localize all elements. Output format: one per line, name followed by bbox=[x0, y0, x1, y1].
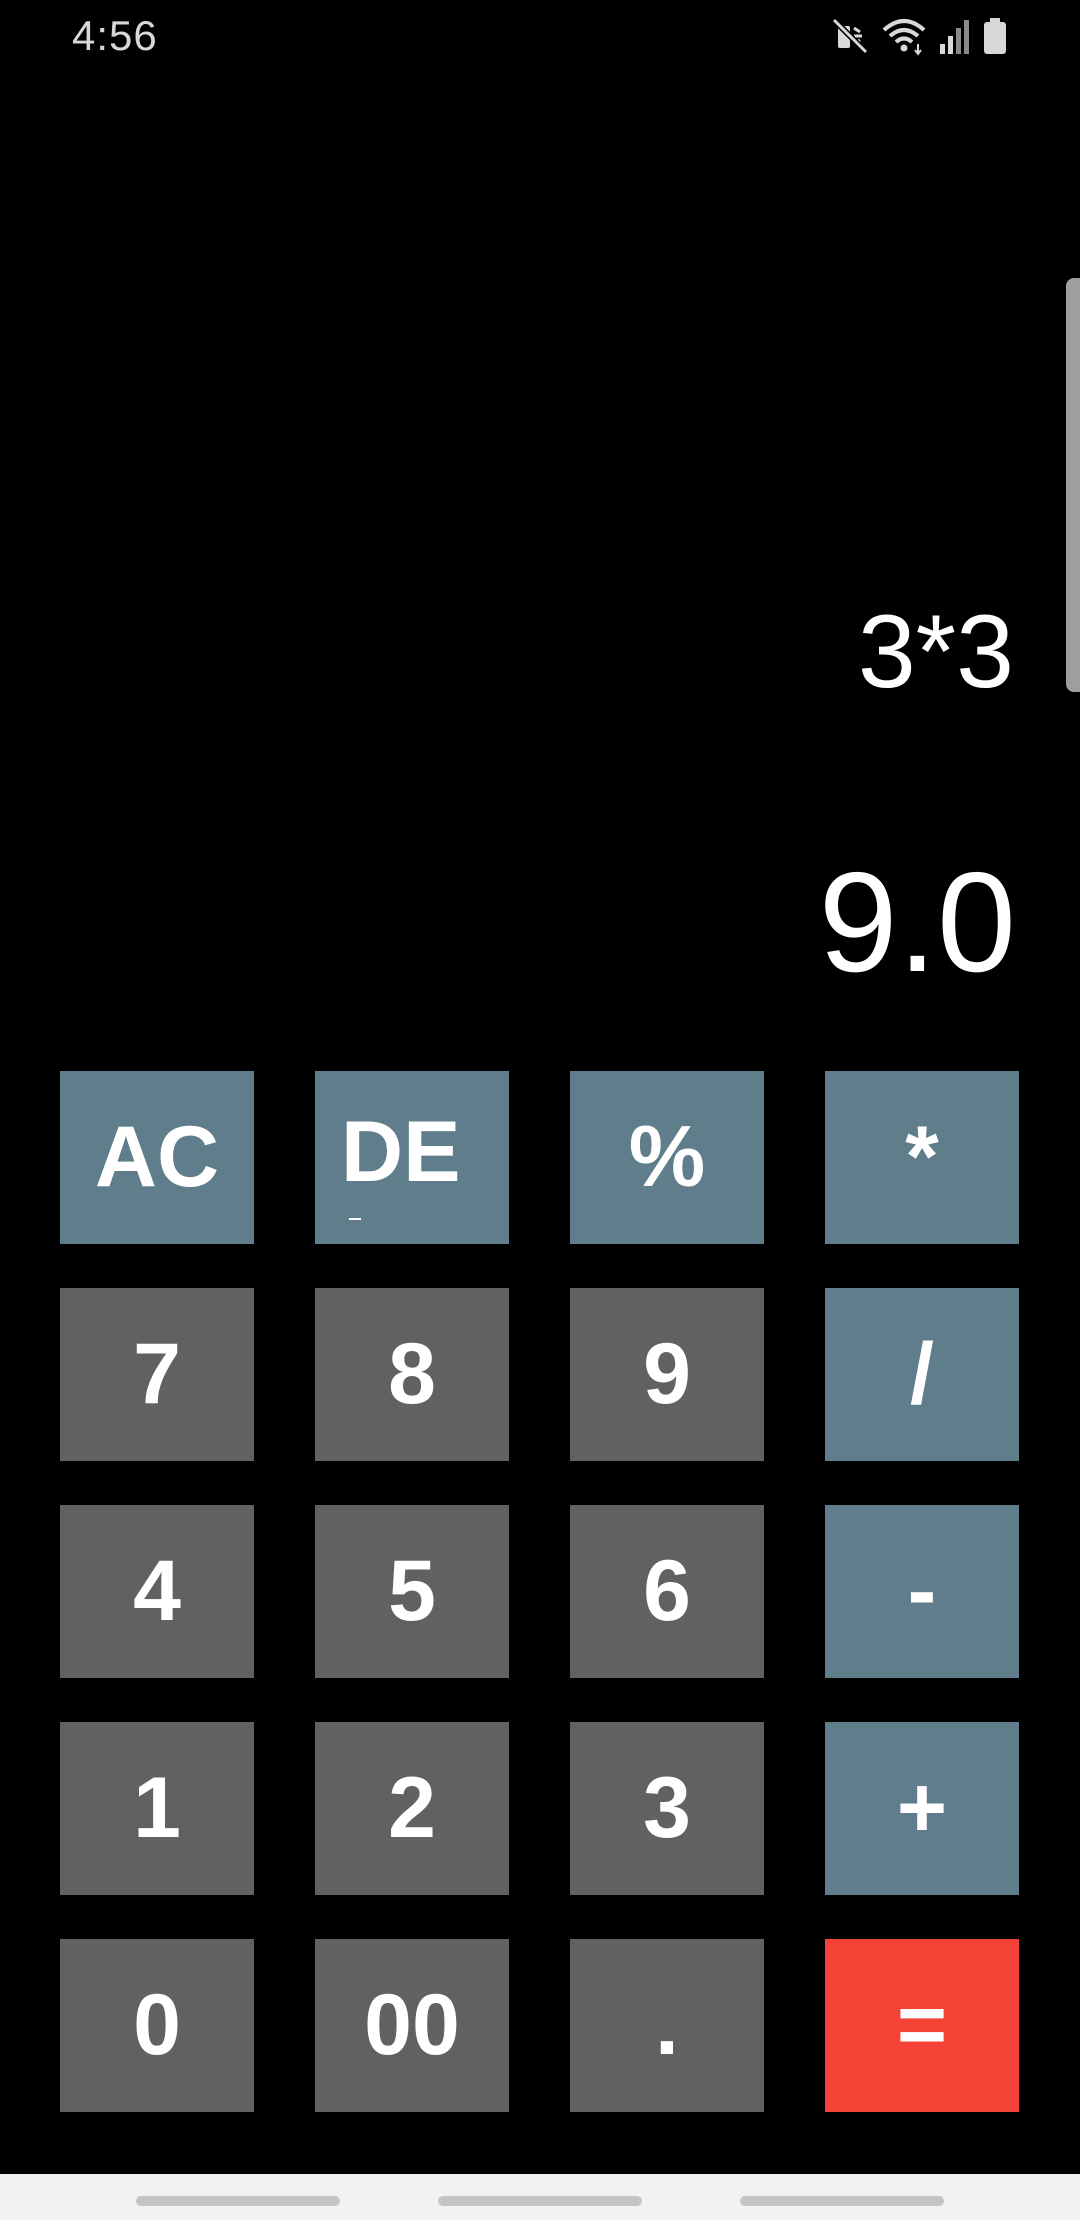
recent-apps-button[interactable] bbox=[136, 2196, 340, 2206]
divide-button[interactable]: / bbox=[825, 1288, 1019, 1461]
status-time: 4:56 bbox=[72, 12, 158, 59]
percent-button[interactable]: % bbox=[570, 1071, 764, 1244]
multiply-button[interactable]: * bbox=[825, 1071, 1019, 1244]
battery-icon bbox=[982, 16, 1008, 56]
status-icons bbox=[830, 14, 1008, 58]
signal-icon bbox=[938, 16, 972, 56]
equals-button[interactable]: = bbox=[825, 1939, 1019, 2112]
navigation-bar bbox=[0, 2174, 1080, 2220]
delete-underline-mark bbox=[349, 1218, 361, 1220]
digit-4-button[interactable]: 4 bbox=[60, 1505, 254, 1678]
digit-8-button[interactable]: 8 bbox=[315, 1288, 509, 1461]
digit-7-button[interactable]: 7 bbox=[60, 1288, 254, 1461]
result-display: 9.0 bbox=[818, 843, 1016, 1002]
add-button[interactable]: + bbox=[825, 1722, 1019, 1895]
delete-button-label: DE bbox=[341, 1104, 461, 1200]
edge-panel-handle[interactable] bbox=[1066, 278, 1080, 692]
digit-6-button[interactable]: 6 bbox=[570, 1505, 764, 1678]
wifi-icon bbox=[880, 16, 928, 56]
double-zero-button[interactable]: 00 bbox=[315, 1939, 509, 2112]
subtract-button[interactable]: - bbox=[825, 1505, 1019, 1678]
digit-3-button[interactable]: 3 bbox=[570, 1722, 764, 1895]
digit-9-button[interactable]: 9 bbox=[570, 1288, 764, 1461]
digit-0-button[interactable]: 0 bbox=[60, 1939, 254, 2112]
back-button[interactable] bbox=[740, 2196, 944, 2206]
home-button[interactable] bbox=[438, 2196, 642, 2206]
digit-5-button[interactable]: 5 bbox=[315, 1505, 509, 1678]
delete-button[interactable]: DE bbox=[315, 1071, 509, 1244]
mute-icon bbox=[830, 16, 870, 56]
ac-button[interactable]: AC bbox=[60, 1071, 254, 1244]
status-bar: 4:56 bbox=[0, 0, 1080, 74]
keypad: AC DE % * 7 8 9 / 4 5 6 - 1 2 3 + 0 00 .… bbox=[60, 1071, 1020, 2112]
decimal-point-button[interactable]: . bbox=[570, 1939, 764, 2112]
digit-2-button[interactable]: 2 bbox=[315, 1722, 509, 1895]
expression-display: 3*3 bbox=[857, 594, 1014, 710]
digit-1-button[interactable]: 1 bbox=[60, 1722, 254, 1895]
